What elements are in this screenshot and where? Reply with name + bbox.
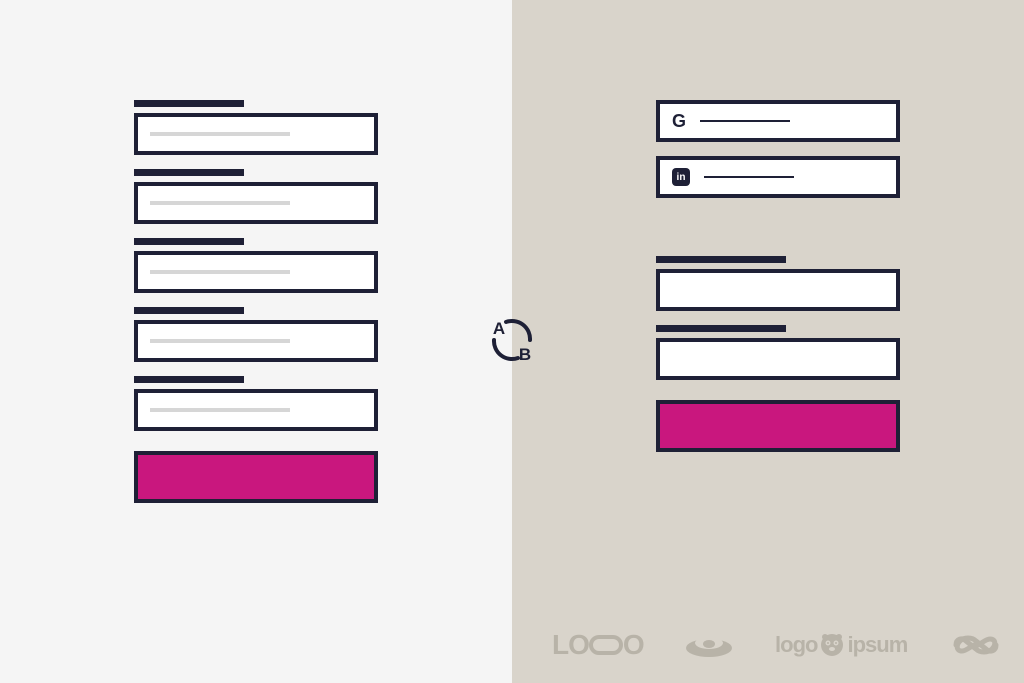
placeholder	[150, 201, 290, 205]
placeholder-logo-4	[948, 631, 1004, 659]
text-input[interactable]	[656, 269, 900, 311]
placeholder-logo-1: LO O	[552, 629, 644, 661]
svg-text:B: B	[519, 345, 531, 364]
ab-test-icon: A B	[482, 310, 542, 370]
footer-logos: LO O logo ipsum	[552, 629, 1004, 661]
text-input[interactable]	[134, 182, 378, 224]
variant-b-panel: G in LO O	[512, 0, 1024, 683]
field-label	[134, 238, 244, 245]
text-input[interactable]	[134, 389, 378, 431]
field-label	[656, 256, 786, 263]
form-field	[134, 376, 512, 431]
form-field	[134, 238, 512, 293]
google-signin-button[interactable]: G	[656, 100, 900, 142]
field-label	[134, 376, 244, 383]
placeholder	[150, 132, 290, 136]
placeholder	[150, 408, 290, 412]
placeholder-logo-2	[684, 631, 734, 659]
linkedin-icon: in	[672, 168, 690, 186]
submit-button[interactable]	[656, 400, 900, 452]
text-input[interactable]	[134, 320, 378, 362]
text-input[interactable]	[656, 338, 900, 380]
form-field	[134, 169, 512, 224]
ab-test-diagram: G in LO O	[0, 0, 1024, 683]
placeholder	[150, 339, 290, 343]
form-field	[134, 307, 512, 362]
social-label-line	[700, 120, 790, 122]
form-field	[656, 256, 1024, 311]
placeholder-logo-3: logo ipsum	[775, 632, 907, 658]
logo-text: LO	[552, 629, 589, 661]
field-label	[134, 169, 244, 176]
form-field	[656, 325, 1024, 380]
linkedin-signin-button[interactable]: in	[656, 156, 900, 198]
field-label	[134, 307, 244, 314]
logo-text: O	[623, 629, 644, 661]
svg-text:A: A	[493, 319, 505, 338]
placeholder	[150, 270, 290, 274]
logo-text: logo	[775, 632, 817, 658]
text-input[interactable]	[134, 251, 378, 293]
logo-text: ipsum	[847, 632, 907, 658]
text-input[interactable]	[134, 113, 378, 155]
field-label	[656, 325, 786, 332]
social-label-line	[704, 176, 794, 178]
field-label	[134, 100, 244, 107]
variant-a-panel	[0, 0, 512, 683]
google-icon: G	[672, 111, 686, 132]
submit-button[interactable]	[134, 451, 378, 503]
form-field	[134, 100, 512, 155]
